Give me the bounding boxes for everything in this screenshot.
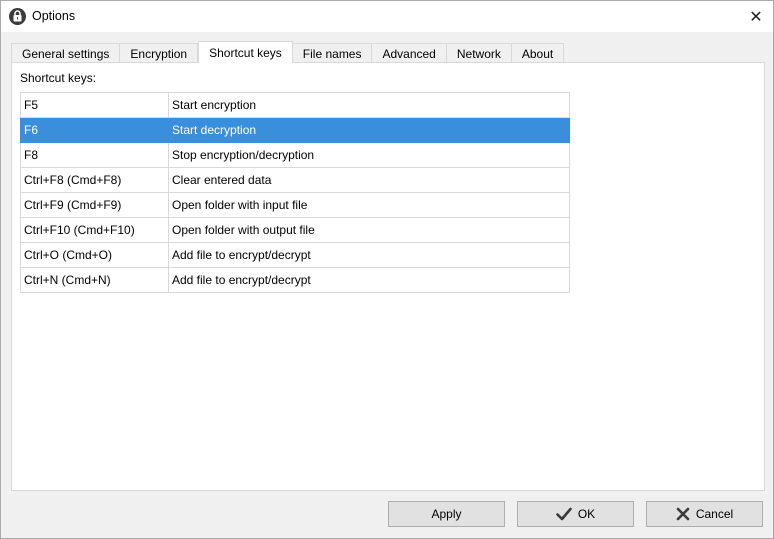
shortcut-action-cell: Clear entered data: [168, 167, 570, 193]
tab-about[interactable]: About: [511, 43, 565, 63]
table-row[interactable]: F6 Start decryption: [20, 117, 570, 143]
cancel-button-label: Cancel: [695, 507, 734, 521]
tab-file-names[interactable]: File names: [292, 43, 373, 63]
table-row[interactable]: Ctrl+F10 (Cmd+F10) Open folder with outp…: [20, 217, 570, 243]
close-icon: ✕: [749, 8, 763, 26]
checkmark-icon: [556, 507, 572, 521]
lock-icon: [9, 8, 26, 25]
shortcut-action-cell: Add file to encrypt/decrypt: [168, 242, 570, 268]
x-mark-icon: [676, 507, 690, 521]
shortcut-action-cell: Add file to encrypt/decrypt: [168, 267, 570, 293]
tab-shortcut-keys[interactable]: Shortcut keys: [198, 41, 293, 63]
shortcut-keys-table: F5 Start encryption F6 Start decryption …: [20, 92, 570, 293]
shortcut-action-cell: Open folder with output file: [168, 217, 570, 243]
shortcut-key-cell: Ctrl+O (Cmd+O): [20, 242, 169, 268]
shortcut-action-cell: Start encryption: [168, 92, 570, 118]
tab-advanced[interactable]: Advanced: [372, 43, 447, 63]
tab-network[interactable]: Network: [446, 43, 512, 63]
table-row[interactable]: F5 Start encryption: [20, 92, 570, 118]
table-row[interactable]: Ctrl+N (Cmd+N) Add file to encrypt/decry…: [20, 267, 570, 293]
shortcut-key-cell: F8: [20, 142, 169, 168]
table-row[interactable]: Ctrl+F8 (Cmd+F8) Clear entered data: [20, 167, 570, 193]
shortcut-key-cell: Ctrl+F10 (Cmd+F10): [20, 217, 169, 243]
shortcut-keys-label: Shortcut keys:: [20, 71, 97, 85]
title-bar[interactable]: Options ✕: [1, 1, 773, 32]
close-button[interactable]: ✕: [739, 1, 773, 32]
shortcut-keys-panel: Shortcut keys: F5 Start encryption F6 St…: [11, 62, 765, 491]
table-row[interactable]: Ctrl+O (Cmd+O) Add file to encrypt/decry…: [20, 242, 570, 268]
ok-button[interactable]: OK: [517, 501, 634, 527]
ok-button-label: OK: [577, 507, 596, 521]
options-window: Options ✕ General settings Encryption Sh…: [0, 0, 774, 539]
shortcut-key-cell: Ctrl+F9 (Cmd+F9): [20, 192, 169, 218]
cancel-button[interactable]: Cancel: [646, 501, 763, 527]
window-title: Options: [32, 9, 76, 23]
tab-bar: General settings Encryption Shortcut key…: [11, 41, 565, 63]
shortcut-action-cell: Stop encryption/decryption: [168, 142, 570, 168]
shortcut-action-cell: Start decryption: [168, 117, 570, 143]
shortcut-action-cell: Open folder with input file: [168, 192, 570, 218]
apply-button-label: Apply: [431, 507, 462, 521]
tab-general-settings[interactable]: General settings: [11, 43, 121, 63]
shortcut-key-cell: F5: [20, 92, 169, 118]
shortcut-key-cell: Ctrl+N (Cmd+N): [20, 267, 169, 293]
tab-encryption[interactable]: Encryption: [120, 43, 199, 63]
table-row[interactable]: Ctrl+F9 (Cmd+F9) Open folder with input …: [20, 192, 570, 218]
shortcut-key-cell: Ctrl+F8 (Cmd+F8): [20, 167, 169, 193]
shortcut-key-cell: F6: [20, 117, 169, 143]
table-row[interactable]: F8 Stop encryption/decryption: [20, 142, 570, 168]
apply-button[interactable]: Apply: [388, 501, 505, 527]
